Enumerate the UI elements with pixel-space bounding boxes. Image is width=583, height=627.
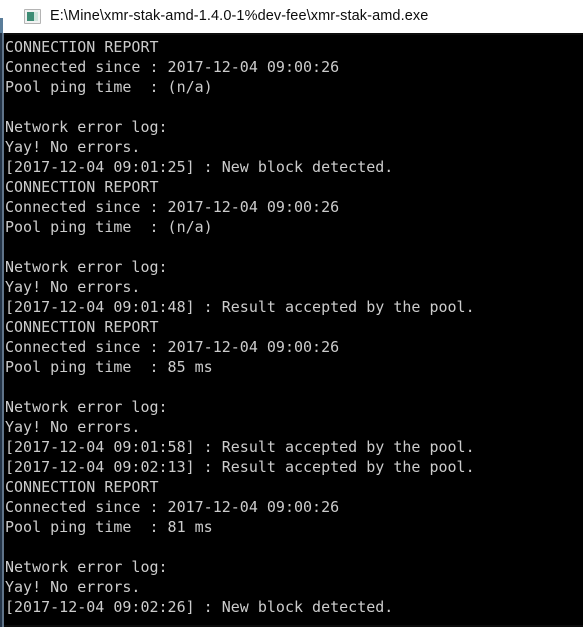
- console-line: Network error log:: [5, 398, 168, 416]
- console-line: CONNECTION REPORT: [5, 38, 159, 56]
- console-line: [2017-12-04 09:01:25] : New block detect…: [5, 158, 394, 176]
- console-line: Network error log:: [5, 258, 168, 276]
- console-output[interactable]: CONNECTION REPORT Connected since : 2017-…: [4, 35, 583, 625]
- console-line: Connected since : 2017-12-04 09:00:26: [5, 338, 340, 356]
- titlebar-left-accent: [0, 18, 3, 33]
- console-line: Pool ping time : (n/a): [5, 78, 213, 96]
- icon-screen-dark: [27, 12, 34, 21]
- icon-screen-light: [34, 12, 38, 21]
- console-line: [2017-12-04 09:01:48] : Result accepted …: [5, 298, 475, 316]
- console-line: Yay! No errors.: [5, 418, 141, 436]
- console-line: [2017-12-04 09:02:26] : New block detect…: [5, 598, 394, 616]
- console-line: Network error log:: [5, 558, 168, 576]
- console-line: CONNECTION REPORT: [5, 178, 159, 196]
- window-titlebar[interactable]: E:\Mine\xmr-stak-amd-1.4.0-1%dev-fee\xmr…: [0, 0, 583, 33]
- console-line: Pool ping time : 81 ms: [5, 518, 213, 536]
- console-frame: CONNECTION REPORT Connected since : 2017-…: [0, 33, 583, 627]
- console-app-icon: [24, 9, 41, 24]
- console-line: CONNECTION REPORT: [5, 478, 159, 496]
- console-line: Yay! No errors.: [5, 278, 141, 296]
- console-line: Yay! No errors.: [5, 578, 141, 596]
- console-line: Pool ping time : (n/a): [5, 218, 213, 236]
- console-line: Yay! No errors.: [5, 138, 141, 156]
- console-line: Network error log:: [5, 118, 168, 136]
- console-line: Connected since : 2017-12-04 09:00:26: [5, 198, 340, 216]
- console-line: CONNECTION REPORT: [5, 318, 159, 336]
- console-line: [2017-12-04 09:01:58] : Result accepted …: [5, 438, 475, 456]
- console-line: [2017-12-04 09:02:13] : Result accepted …: [5, 458, 475, 476]
- console-window: E:\Mine\xmr-stak-amd-1.4.0-1%dev-fee\xmr…: [0, 0, 583, 627]
- console-line: Connected since : 2017-12-04 09:00:26: [5, 58, 340, 76]
- window-title: E:\Mine\xmr-stak-amd-1.4.0-1%dev-fee\xmr…: [50, 8, 429, 25]
- console-line: Pool ping time : 85 ms: [5, 358, 213, 376]
- console-line: Connected since : 2017-12-04 09:00:26: [5, 498, 340, 516]
